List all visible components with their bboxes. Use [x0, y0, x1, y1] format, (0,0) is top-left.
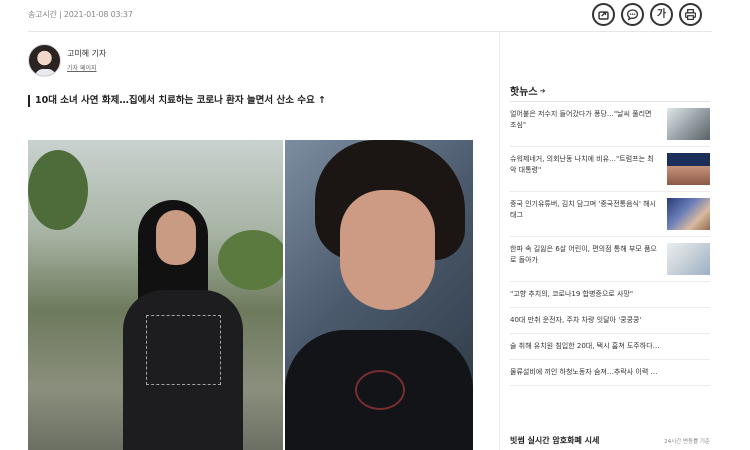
send-time: 송고시간 | 2021-01-08 03:37: [28, 10, 133, 19]
article-tools: 가: [592, 3, 702, 26]
hot-news-item[interactable]: 한파 속 길잃은 6살 어린이, 편의점 통해 부모 품으로 돌아가: [510, 237, 710, 282]
arrow-right-icon: ➔: [539, 86, 546, 95]
article-photo-left: [28, 140, 283, 450]
article-photo-right: [285, 140, 473, 450]
hot-news-item-title[interactable]: 얼어붙은 저수지 들어갔다가 퐁당…"날씨 풀리면 조심": [510, 109, 660, 131]
article-info-bar: 송고시간 | 2021-01-08 03:37 가: [28, 0, 712, 32]
author-name: 고미혜 기자: [67, 49, 107, 58]
hot-news-item[interactable]: 40대 만취 운전자, 주차 차량 잇달아 '쿵쿵쿵': [510, 308, 710, 334]
share-icon: [598, 11, 609, 20]
hot-news-item[interactable]: "고향 추치의, 코로나19 합병증으로 사망": [510, 282, 710, 308]
hot-news-item-title[interactable]: 물류설비에 끼인 하청노동자 숨져…추락사 이력 …: [510, 367, 710, 378]
tree-shape: [28, 150, 88, 230]
crypto-title[interactable]: 빗썸 실시간 암호화폐 시세: [510, 435, 599, 446]
hot-news-item-title[interactable]: 슈워제네거, 의회난동 나치에 비유…"트럼프는 최악 대통령": [510, 154, 660, 176]
hot-news-item-title[interactable]: 중국 인기유튜버, 김치 담그며 '중국전통음식' 해시태그: [510, 199, 660, 221]
font-size-label: 가: [656, 8, 667, 20]
girl-face: [340, 190, 435, 310]
hot-news-item-title[interactable]: 40대 만취 운전자, 주차 차량 잇달아 '쿵쿵쿵': [510, 315, 710, 326]
crypto-price-header: 빗썸 실시간 암호화폐 시세 24시간 변동률 기준: [510, 433, 710, 450]
girl-face: [156, 210, 196, 265]
author-page-link[interactable]: 기자 페이지: [67, 63, 97, 72]
hot-news-item[interactable]: 중국 인기유튜버, 김치 담그며 '중국전통음식' 해시태그: [510, 192, 710, 237]
hot-news-item[interactable]: 슈워제네거, 의회난동 나치에 비유…"트럼프는 최악 대통령": [510, 147, 710, 192]
comment-button[interactable]: [621, 3, 644, 26]
tree-shape: [218, 230, 283, 290]
shirt-print: [146, 315, 221, 385]
font-size-button[interactable]: 가: [650, 3, 673, 26]
hot-news-item[interactable]: 술 취해 유치원 침입한 20대, 택시 훔쳐 도주하다…: [510, 334, 710, 360]
hot-news-item-title[interactable]: 한파 속 길잃은 6살 어린이, 편의점 통해 부모 품으로 돌아가: [510, 244, 660, 266]
hot-news-thumbnail[interactable]: [667, 243, 710, 275]
hot-news-thumbnail[interactable]: [667, 198, 710, 230]
comment-icon: [626, 9, 639, 21]
hot-news-item-title[interactable]: "고향 추치의, 코로나19 합병증으로 사망": [510, 289, 710, 300]
hot-news-item-title[interactable]: 술 취해 유치원 침입한 20대, 택시 훔쳐 도주하다…: [510, 341, 710, 352]
print-icon: [685, 9, 696, 20]
hot-news-item[interactable]: 얼어붙은 저수지 들어갔다가 퐁당…"날씨 풀리면 조심": [510, 102, 710, 147]
shirt-print: [355, 370, 405, 410]
crypto-note: 24시간 변동률 기준: [664, 439, 710, 445]
hot-news-panel: 핫뉴스 ➔ 얼어붙은 저수지 들어갔다가 퐁당…"날씨 풀리면 조심" 슈워제네…: [510, 80, 710, 386]
hot-news-thumbnail[interactable]: [667, 153, 710, 185]
hot-news-item[interactable]: 물류설비에 끼인 하청노동자 숨져…추락사 이력 …: [510, 360, 710, 386]
hot-news-title-text: 핫뉴스: [510, 87, 538, 98]
hot-news-title[interactable]: 핫뉴스 ➔: [510, 80, 710, 102]
print-button[interactable]: [679, 3, 702, 26]
column-divider: [499, 32, 500, 450]
share-button[interactable]: [592, 3, 615, 26]
article-headline: 10대 소녀 사연 화제…집에서 치료하는 코로나 환자 늘면서 산소 수요 ↑: [28, 95, 488, 107]
author-avatar[interactable]: [28, 44, 61, 77]
hot-news-thumbnail[interactable]: [667, 108, 710, 140]
